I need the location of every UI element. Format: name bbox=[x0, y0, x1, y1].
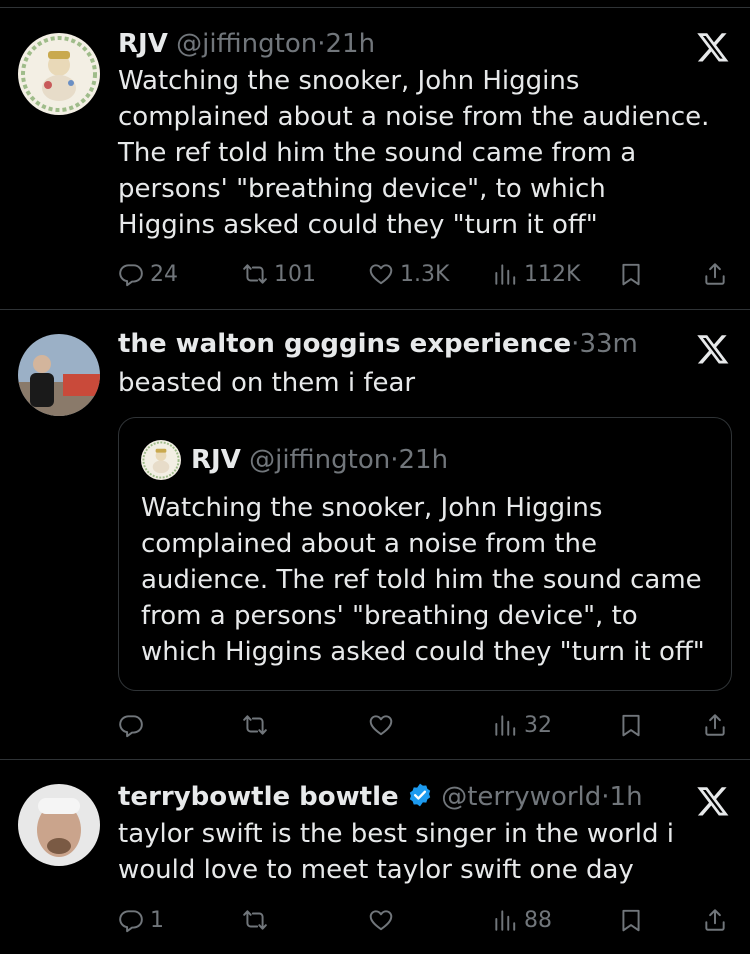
avatar[interactable] bbox=[18, 334, 100, 416]
views-icon bbox=[492, 907, 518, 933]
display-name[interactable]: terrybowtle bowtle bbox=[118, 782, 399, 812]
share-button[interactable] bbox=[702, 903, 728, 937]
separator-dot: · bbox=[317, 29, 326, 59]
avatar[interactable] bbox=[18, 784, 100, 866]
bookmark-icon bbox=[618, 261, 644, 287]
views-count: 32 bbox=[524, 712, 552, 738]
post-text: taylor swift is the best singer in the w… bbox=[118, 819, 674, 885]
like-count: 1.3K bbox=[400, 261, 450, 287]
repost-button[interactable]: 101 bbox=[242, 257, 316, 291]
bookmark-button[interactable] bbox=[618, 257, 644, 291]
post-terrybowtle[interactable]: terrybowtle bowtle @terryworld·1h taylor… bbox=[0, 760, 750, 954]
quoted-avatar[interactable] bbox=[141, 440, 181, 480]
handle[interactable]: @jiffington bbox=[176, 29, 317, 59]
post-text: Watching the snooker, John Higgins compl… bbox=[118, 66, 710, 240]
bookmark-icon bbox=[618, 712, 644, 738]
bookmark-icon bbox=[618, 907, 644, 933]
post-rjv[interactable]: RJV @jiffington·21h Watching the snooker… bbox=[0, 0, 750, 310]
repost-button[interactable] bbox=[242, 708, 268, 742]
views-count: 88 bbox=[524, 907, 552, 933]
views-button[interactable]: 112K bbox=[492, 257, 580, 291]
views-button[interactable]: 32 bbox=[492, 708, 552, 742]
like-button[interactable] bbox=[368, 903, 394, 937]
timestamp[interactable]: 21h bbox=[326, 29, 376, 59]
share-icon bbox=[702, 712, 728, 738]
repost-icon bbox=[242, 907, 268, 933]
x-logo-icon[interactable] bbox=[696, 30, 730, 64]
timestamp[interactable]: 33m bbox=[579, 329, 637, 359]
views-icon bbox=[492, 261, 518, 287]
separator-dot: · bbox=[601, 782, 610, 812]
action-bar: 1 88 bbox=[118, 903, 732, 937]
reply-button[interactable] bbox=[118, 708, 144, 742]
reply-count: 1 bbox=[150, 907, 164, 933]
views-count: 112K bbox=[524, 261, 581, 287]
repost-button[interactable] bbox=[242, 903, 268, 937]
like-icon bbox=[368, 712, 394, 738]
share-button[interactable] bbox=[702, 257, 728, 291]
like-button[interactable]: 1.3K bbox=[368, 257, 449, 291]
share-button[interactable] bbox=[702, 708, 728, 742]
repost-count: 101 bbox=[274, 261, 316, 287]
x-logo-icon[interactable] bbox=[696, 332, 730, 366]
post-text: beasted on them i fear bbox=[118, 368, 416, 398]
quoted-header: RJV @jiffington·21h bbox=[191, 443, 448, 477]
reply-count: 24 bbox=[150, 261, 178, 287]
share-icon bbox=[702, 261, 728, 287]
like-icon bbox=[368, 261, 394, 287]
verified-badge-icon bbox=[409, 783, 431, 807]
quoted-timestamp: 21h bbox=[398, 445, 449, 475]
like-button[interactable] bbox=[368, 708, 394, 742]
like-icon bbox=[368, 907, 394, 933]
bookmark-button[interactable] bbox=[618, 708, 644, 742]
x-logo-icon[interactable] bbox=[696, 784, 730, 818]
reply-icon bbox=[118, 261, 144, 287]
repost-icon bbox=[242, 261, 268, 287]
post-walton-goggins[interactable]: the walton goggins experience·33m beaste… bbox=[0, 310, 750, 760]
action-bar: 24 101 1.3K 112K bbox=[118, 257, 732, 291]
reply-button[interactable]: 1 bbox=[118, 903, 164, 937]
repost-icon bbox=[242, 712, 268, 738]
handle[interactable]: @terryworld bbox=[441, 782, 601, 812]
post-header: terrybowtle bowtle @terryworld·1h bbox=[118, 780, 643, 814]
display-name[interactable]: the walton goggins experience bbox=[118, 329, 571, 359]
views-button[interactable]: 88 bbox=[492, 903, 552, 937]
reply-icon bbox=[118, 907, 144, 933]
post-header: RJV @jiffington·21h bbox=[118, 27, 375, 61]
separator-dot: · bbox=[390, 445, 399, 475]
share-icon bbox=[702, 907, 728, 933]
post-header: the walton goggins experience·33m bbox=[118, 327, 638, 361]
action-bar: 32 bbox=[118, 708, 732, 742]
quoted-handle: @jiffington bbox=[249, 445, 391, 475]
bookmark-button[interactable] bbox=[618, 903, 644, 937]
display-name[interactable]: RJV bbox=[118, 29, 168, 59]
avatar[interactable] bbox=[18, 33, 100, 115]
reply-icon bbox=[118, 712, 144, 738]
quoted-text: Watching the snooker, John Higgins compl… bbox=[141, 493, 705, 667]
reply-button[interactable]: 24 bbox=[118, 257, 178, 291]
quoted-display-name: RJV bbox=[191, 445, 241, 475]
quoted-post[interactable]: RJV @jiffington·21h Watching the snooker… bbox=[118, 417, 732, 691]
views-icon bbox=[492, 712, 518, 738]
timestamp[interactable]: 1h bbox=[610, 782, 643, 812]
